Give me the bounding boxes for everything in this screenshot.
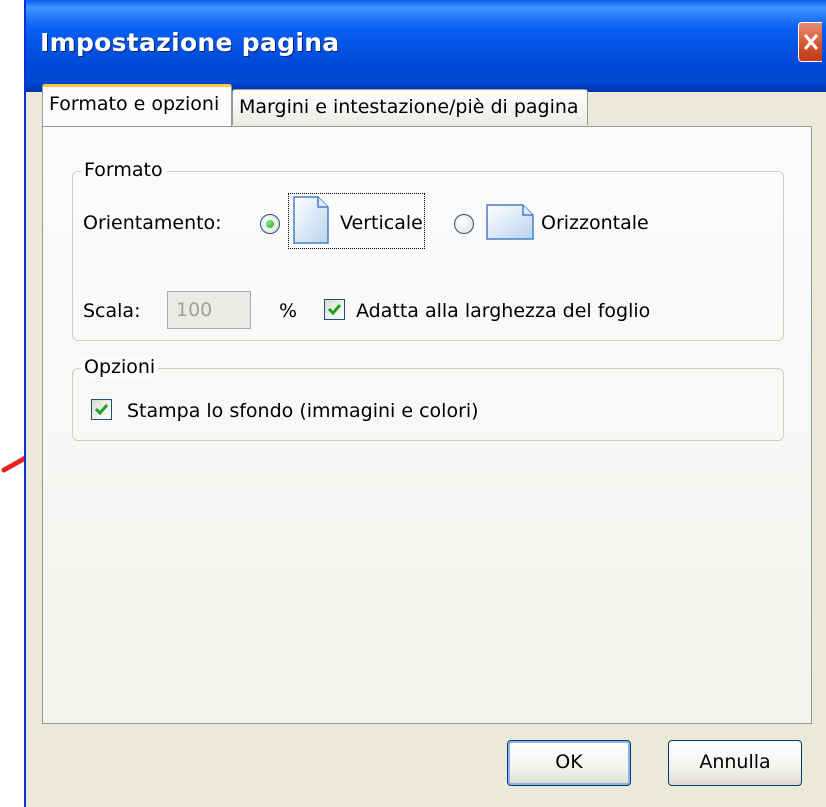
tab-label: Margini e intestazione/piè di pagina <box>239 96 579 118</box>
tab-formato-e-opzioni[interactable]: Formato e opzioni <box>42 84 232 126</box>
tab-margini-e-intestazione[interactable]: Margini e intestazione/piè di pagina <box>232 89 588 125</box>
opzioni-legend: Opzioni <box>81 356 159 378</box>
tab-panel: Formato Orientamento: Verticale Orizzont… <box>42 126 812 724</box>
formato-groupbox: Formato Orientamento: Verticale Orizzont… <box>72 159 784 341</box>
checkmark-icon <box>94 404 109 416</box>
landscape-page-icon <box>486 204 534 240</box>
title-bar[interactable]: Impostazione pagina <box>26 0 826 92</box>
page-setup-dialog: Impostazione pagina Formato e opzioni Ma… <box>24 0 826 807</box>
fit-width-checkbox[interactable] <box>324 299 345 320</box>
opzioni-groupbox: Opzioni Stampa lo sfondo (immagini e col… <box>72 356 784 441</box>
orientation-label: Orientamento: <box>83 212 222 234</box>
ok-button[interactable]: OK <box>507 740 631 786</box>
close-button[interactable] <box>798 22 822 62</box>
scale-label: Scala: <box>83 300 141 322</box>
cancel-button[interactable]: Annulla <box>668 740 802 786</box>
tab-label: Formato e opzioni <box>49 93 220 115</box>
radio-selected-dot <box>266 220 274 228</box>
checkmark-icon <box>327 304 342 316</box>
portrait-page-icon <box>293 196 329 244</box>
print-background-checkbox[interactable] <box>91 399 112 420</box>
portrait-radio[interactable] <box>260 214 280 234</box>
landscape-radio[interactable] <box>454 214 474 234</box>
portrait-label[interactable]: Verticale <box>340 212 423 234</box>
formato-legend: Formato <box>81 159 166 181</box>
fit-width-label[interactable]: Adatta alla larghezza del foglio <box>356 300 650 322</box>
scale-input[interactable]: 100 <box>167 291 251 329</box>
print-background-label[interactable]: Stampa lo sfondo (immagini e colori) <box>127 400 479 422</box>
landscape-label[interactable]: Orizzontale <box>541 212 649 234</box>
percent-label: % <box>279 300 298 322</box>
window-title: Impostazione pagina <box>40 28 340 57</box>
close-icon <box>803 34 819 50</box>
